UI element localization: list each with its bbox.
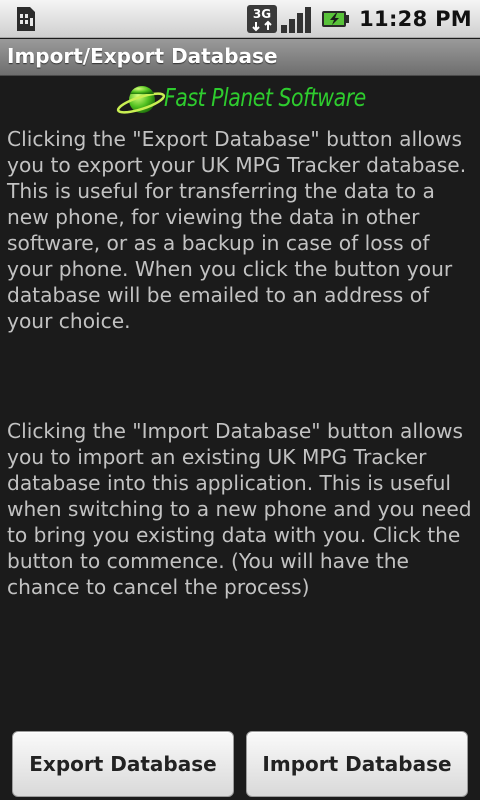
planet-icon <box>116 86 166 114</box>
status-bar: 3G 11:28 PM <box>0 0 480 38</box>
import-database-button[interactable]: Import Database <box>246 731 468 797</box>
network-label: 3G <box>253 7 271 21</box>
company-logo: Fast Planet Software <box>116 78 366 122</box>
sim-card-icon <box>14 6 38 32</box>
logo-text: Fast Planet Software <box>164 83 366 112</box>
signal-strength-icon <box>281 5 315 33</box>
battery-charging-icon <box>321 9 350 29</box>
app-title-bar: Import/Export Database <box>0 39 480 76</box>
page-title: Import/Export Database <box>7 44 278 68</box>
import-description: Clicking the "Import Database" button al… <box>7 419 472 599</box>
status-clock: 11:28 PM <box>359 7 472 31</box>
export-database-button[interactable]: Export Database <box>12 731 234 797</box>
export-description: Clicking the "Export Database" button al… <box>7 127 467 333</box>
network-3g-icon: 3G <box>247 3 278 35</box>
